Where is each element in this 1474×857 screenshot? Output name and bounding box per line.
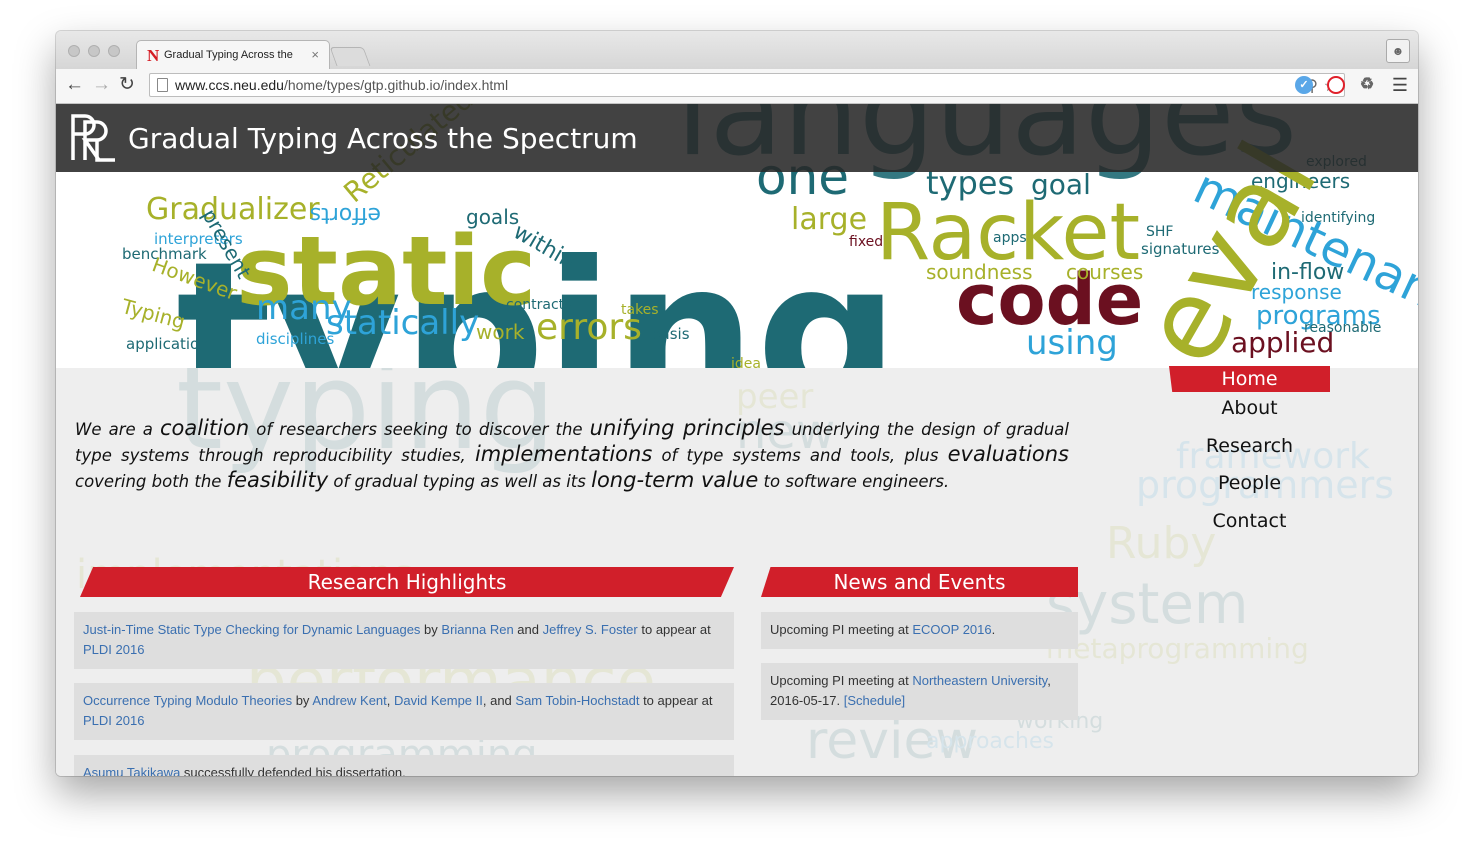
svg-text:large: large	[791, 202, 867, 237]
card-text: by	[292, 693, 313, 708]
browser-window: N Gradual Typing Across the × ☻ ← → ↻ ww…	[56, 31, 1418, 776]
paper-link[interactable]: Just-in-Time Static Type Checking for Dy…	[83, 622, 420, 637]
intro-text: to software engineers.	[758, 472, 950, 491]
highlight-card: Asumu Takikawa successfully defended his…	[74, 755, 734, 776]
author-link[interactable]: Jeffrey S. Foster	[543, 622, 638, 637]
tab-close-icon[interactable]: ×	[311, 47, 319, 62]
svg-text:efforts: efforts	[310, 202, 381, 227]
card-text: Upcoming PI meeting at	[770, 673, 913, 688]
tab-title: Gradual Typing Across the	[164, 49, 293, 61]
intro-text: covering both the	[75, 472, 227, 491]
intro-evaluations: evaluations	[947, 442, 1069, 466]
svg-text:metaprogramming: metaprogramming	[1046, 632, 1309, 665]
close-window-button[interactable]	[68, 45, 80, 57]
svg-text:goals: goals	[466, 205, 519, 229]
intro-text: of researchers seeking to discover the	[249, 420, 590, 439]
svg-text:apps: apps	[993, 230, 1027, 246]
svg-text:application: application	[126, 335, 209, 353]
address-bar[interactable]: www.ccs.neu.edu/home/types/gtp.github.io…	[149, 73, 1345, 97]
svg-text:peer: peer	[736, 377, 813, 417]
news-card: Upcoming PI meeting at Northeastern Univ…	[761, 663, 1078, 720]
venue-link[interactable]: PLDI 2016	[83, 642, 144, 657]
paper-link[interactable]: Occurrence Typing Modulo Theories	[83, 693, 292, 708]
recycle-icon[interactable]: ♻	[1358, 76, 1376, 94]
svg-text:goal: goal	[1031, 168, 1091, 201]
svg-text:work: work	[476, 320, 525, 344]
author-link[interactable]: Andrew Kent	[312, 693, 386, 708]
intro-unifying: unifying principles	[589, 416, 785, 440]
svg-text:soundness: soundness	[926, 260, 1033, 284]
person-link[interactable]: Asumu Takikawa	[83, 765, 180, 776]
nav-item-home[interactable]: Home	[1169, 366, 1330, 392]
extension-icon[interactable]: ✓	[1295, 76, 1313, 94]
nav-item-about[interactable]: About	[1169, 397, 1330, 419]
neu-favicon-icon: N	[147, 46, 160, 65]
profile-icon[interactable]: ☻	[1386, 39, 1410, 63]
intro-implementations: implementations	[474, 442, 653, 466]
card-text: and	[513, 622, 543, 637]
svg-text:basis: basis	[651, 325, 690, 343]
card-text: Upcoming PI meeting at	[770, 622, 913, 637]
svg-text:statically: statically	[326, 303, 479, 343]
schedule-link[interactable]: [Schedule]	[844, 693, 905, 708]
author-link[interactable]: David Kempe II	[394, 693, 483, 708]
nav-item-people[interactable]: People	[1169, 472, 1330, 494]
word-cloud-banner: typing static Racket code Gradualizer ma…	[56, 104, 1418, 368]
zoom-window-button[interactable]	[108, 45, 120, 57]
svg-text:Gradualizer: Gradualizer	[146, 192, 320, 227]
card-text: to appear at	[639, 693, 713, 708]
card-text: by	[420, 622, 442, 637]
svg-text:fixed: fixed	[849, 234, 883, 250]
highlight-card: Just-in-Time Static Type Checking for Dy…	[74, 612, 734, 669]
card-text: successfully defended his dissertation.	[180, 765, 406, 776]
northeastern-link[interactable]: Northeastern University	[912, 673, 1047, 688]
card-text: ,	[386, 693, 394, 708]
nav-item-contact[interactable]: Contact	[1169, 510, 1330, 532]
intro-text: of type systems and tools, plus	[652, 446, 948, 465]
page-viewport: typing static Racket code Gradualizer ma…	[56, 104, 1418, 776]
forward-arrow-icon[interactable]: →	[92, 74, 111, 96]
site-title[interactable]: Gradual Typing Across the Spectrum	[128, 122, 638, 155]
prl-logo-icon[interactable]	[69, 112, 117, 164]
back-arrow-icon[interactable]: ←	[65, 74, 84, 96]
intro-text: We are a	[75, 420, 160, 439]
intro-longterm: long-term value	[591, 468, 759, 492]
card-text: , and	[482, 693, 516, 708]
intro-feasibility: feasibility	[226, 468, 329, 492]
news-events-header: News and Events	[761, 567, 1078, 597]
highlight-card: Occurrence Typing Modulo Theories by And…	[74, 683, 734, 740]
research-highlights-header: Research Highlights	[80, 567, 734, 597]
intro-text: of gradual typing as well as its	[328, 472, 592, 491]
tab-strip: N Gradual Typing Across the × ☻	[56, 31, 1418, 70]
menu-icon[interactable]: ☰	[1392, 75, 1408, 96]
svg-text:disciplines: disciplines	[256, 330, 335, 348]
reload-icon[interactable]: ↻	[119, 74, 135, 96]
svg-text:contracts: contracts	[506, 297, 571, 313]
nav-item-research[interactable]: Research	[1169, 435, 1330, 457]
svg-text:approaches: approaches	[926, 729, 1054, 754]
svg-text:idea: idea	[731, 356, 761, 368]
minimize-window-button[interactable]	[88, 45, 100, 57]
intro-coalition: coalition	[159, 416, 250, 440]
svg-text:takes: takes	[621, 302, 659, 318]
ecoop-link[interactable]: ECOOP 2016	[912, 622, 991, 637]
intro-paragraph: We are a coalition of researchers seekin…	[75, 416, 1069, 494]
card-text: to appear at	[637, 622, 711, 637]
venue-link[interactable]: PLDI 2016	[83, 713, 144, 728]
browser-toolbar: ← → ↻ www.ccs.neu.edu/home/types/gtp.git…	[56, 69, 1418, 104]
author-link[interactable]: Brianna Ren	[441, 622, 513, 637]
author-link[interactable]: Sam Tobin-Hochstadt	[515, 693, 639, 708]
url-text[interactable]: www.ccs.neu.edu/home/types/gtp.github.io…	[175, 77, 508, 93]
new-tab-button[interactable]	[329, 47, 371, 66]
card-text: .	[991, 622, 996, 637]
browser-tab[interactable]: N Gradual Typing Across the ×	[136, 40, 330, 70]
site-header: Gradual Typing Across the Spectrum	[56, 104, 1418, 172]
opera-icon[interactable]	[1327, 76, 1345, 94]
svg-text:courses: courses	[1066, 260, 1143, 284]
page-icon	[157, 78, 168, 92]
svg-text:reasonable: reasonable	[1304, 320, 1381, 336]
svg-text:using: using	[1026, 323, 1118, 363]
news-card: Upcoming PI meeting at ECOOP 2016.	[761, 612, 1078, 649]
